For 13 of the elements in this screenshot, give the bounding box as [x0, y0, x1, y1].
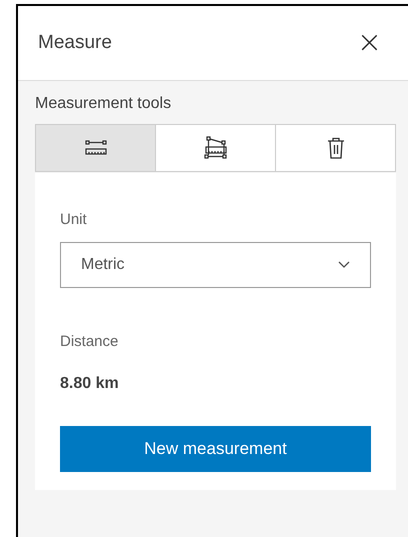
section-label: Measurement tools [35, 95, 172, 113]
trash-icon [326, 137, 344, 159]
unit-dropdown[interactable]: Metric [60, 242, 371, 288]
field-label: Unit [60, 211, 87, 228]
new-measurement-button[interactable]: New measurement [60, 426, 371, 472]
chevron-icon [338, 261, 350, 269]
close-button[interactable]: × [352, 28, 386, 58]
ruler-polygon-icon [204, 136, 228, 160]
distance-value: 8.80 km [60, 375, 119, 393]
result-label: Distance [60, 333, 118, 350]
panel-title: Measure [38, 32, 112, 54]
ruler-icon [84, 140, 106, 156]
tool-button[interactable] [155, 125, 275, 171]
